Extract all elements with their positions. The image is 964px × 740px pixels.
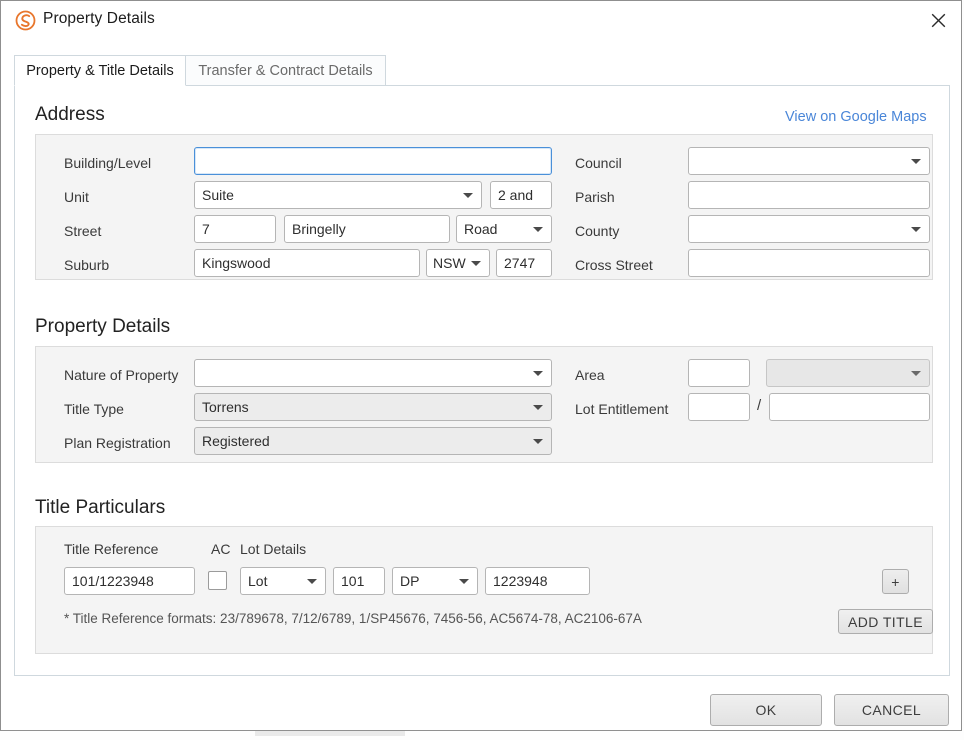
- dialog-content: Address View on Google Maps Building/Lev…: [14, 86, 950, 676]
- plan-registration-dropdown[interactable]: Registered: [194, 427, 552, 455]
- street-number-input[interactable]: 7: [194, 215, 276, 243]
- dialog-title: Property Details: [43, 10, 155, 27]
- chevron-down-icon: [911, 371, 921, 376]
- property-details-panel: Nature of Property Title Type Plan Regis…: [35, 346, 933, 463]
- chevron-down-icon: [533, 227, 543, 232]
- street-name-input[interactable]: Bringelly: [284, 215, 450, 243]
- parish-input[interactable]: [688, 181, 930, 209]
- chevron-down-icon: [533, 439, 543, 444]
- chevron-down-icon: [459, 579, 469, 584]
- building-level-input[interactable]: [194, 147, 552, 175]
- label-nature-of-property: Nature of Property: [64, 367, 179, 383]
- lot-entitlement-denominator-input[interactable]: [769, 393, 930, 421]
- lot-label-dropdown[interactable]: Lot: [240, 567, 326, 595]
- chevron-down-icon: [533, 405, 543, 410]
- lot-label-value: Lot: [248, 573, 268, 589]
- title-reference-input[interactable]: 101/1223948: [64, 567, 195, 595]
- close-icon[interactable]: [915, 1, 961, 40]
- tab-property-title-details[interactable]: Property & Title Details: [14, 55, 186, 86]
- dialog-footer: OK CANCEL: [1, 676, 961, 730]
- chevron-down-icon: [533, 371, 543, 376]
- cross-street-input[interactable]: [688, 249, 930, 277]
- tab-bar: Property & Title Details Transfer & Cont…: [14, 55, 950, 86]
- plan-type-dropdown[interactable]: DP: [392, 567, 478, 595]
- plan-number-input[interactable]: 1223948: [485, 567, 590, 595]
- chevron-down-icon: [463, 193, 473, 198]
- label-street: Street: [64, 223, 102, 239]
- title-type-dropdown[interactable]: Torrens: [194, 393, 552, 421]
- chevron-down-icon: [911, 227, 921, 232]
- chevron-down-icon: [471, 261, 481, 266]
- column-header-ac: AC: [211, 541, 231, 557]
- area-value-input[interactable]: [688, 359, 750, 387]
- tab-label: Property & Title Details: [26, 62, 174, 79]
- unit-number-input[interactable]: 2 and: [490, 181, 552, 209]
- property-details-section-heading: Property Details: [35, 316, 171, 337]
- ac-checkbox[interactable]: [208, 571, 227, 590]
- lot-number-input[interactable]: 101: [333, 567, 385, 595]
- plan-registration-value: Registered: [202, 433, 270, 449]
- label-suburb: Suburb: [64, 257, 110, 273]
- tab-label: Transfer & Contract Details: [198, 62, 373, 79]
- suburb-input[interactable]: Kingswood: [194, 249, 420, 277]
- dialog-titlebar: Property Details: [1, 1, 961, 40]
- tab-transfer-contract-details[interactable]: Transfer & Contract Details: [186, 55, 386, 86]
- label-unit: Unit: [64, 189, 89, 205]
- column-header-lot-details: Lot Details: [240, 541, 307, 557]
- postcode-input[interactable]: 2747: [496, 249, 552, 277]
- address-panel: Building/Level Unit Street Suburb Suite …: [35, 134, 933, 280]
- title-particulars-section-heading: Title Particulars: [35, 497, 166, 518]
- view-on-google-maps-link[interactable]: View on Google Maps: [785, 109, 927, 125]
- lot-entitlement-numerator-input[interactable]: [688, 393, 750, 421]
- label-council: Council: [575, 155, 622, 171]
- label-cross-street: Cross Street: [575, 257, 653, 273]
- cancel-button[interactable]: CANCEL: [834, 694, 949, 726]
- council-dropdown[interactable]: [688, 147, 930, 175]
- label-area: Area: [575, 367, 605, 383]
- title-type-value: Torrens: [202, 399, 249, 415]
- title-particulars-panel: Title Reference AC Lot Details 101/12239…: [35, 526, 933, 654]
- ok-button[interactable]: OK: [710, 694, 822, 726]
- label-parish: Parish: [575, 189, 615, 205]
- label-county: County: [575, 223, 620, 239]
- column-header-title-reference: Title Reference: [64, 541, 159, 557]
- address-section-heading: Address: [35, 104, 105, 125]
- street-type-value: Road: [464, 221, 498, 237]
- add-row-button[interactable]: +: [882, 569, 909, 594]
- county-dropdown[interactable]: [688, 215, 930, 243]
- lot-entitlement-separator: /: [757, 397, 762, 414]
- swirl-s-logo-icon: [15, 10, 36, 31]
- area-unit-dropdown[interactable]: [766, 359, 930, 387]
- label-lot-entitlement: Lot Entitlement: [575, 401, 669, 417]
- add-title-button[interactable]: ADD TITLE: [838, 609, 933, 634]
- unit-type-dropdown[interactable]: Suite: [194, 181, 482, 209]
- label-building-level: Building/Level: [64, 155, 152, 171]
- state-dropdown[interactable]: NSW: [426, 249, 490, 277]
- chevron-down-icon: [307, 579, 317, 584]
- title-reference-format-hint: * Title Reference formats: 23/789678, 7/…: [64, 611, 642, 626]
- plan-type-value: DP: [400, 573, 420, 589]
- label-plan-registration: Plan Registration: [64, 435, 171, 451]
- label-title-type: Title Type: [64, 401, 124, 417]
- street-type-dropdown[interactable]: Road: [456, 215, 552, 243]
- chevron-down-icon: [911, 159, 921, 164]
- unit-type-value: Suite: [202, 187, 234, 203]
- state-value: NSW: [433, 255, 466, 271]
- property-details-dialog: Property Details Property & Title Detail…: [0, 0, 962, 731]
- nature-of-property-dropdown[interactable]: [194, 359, 552, 387]
